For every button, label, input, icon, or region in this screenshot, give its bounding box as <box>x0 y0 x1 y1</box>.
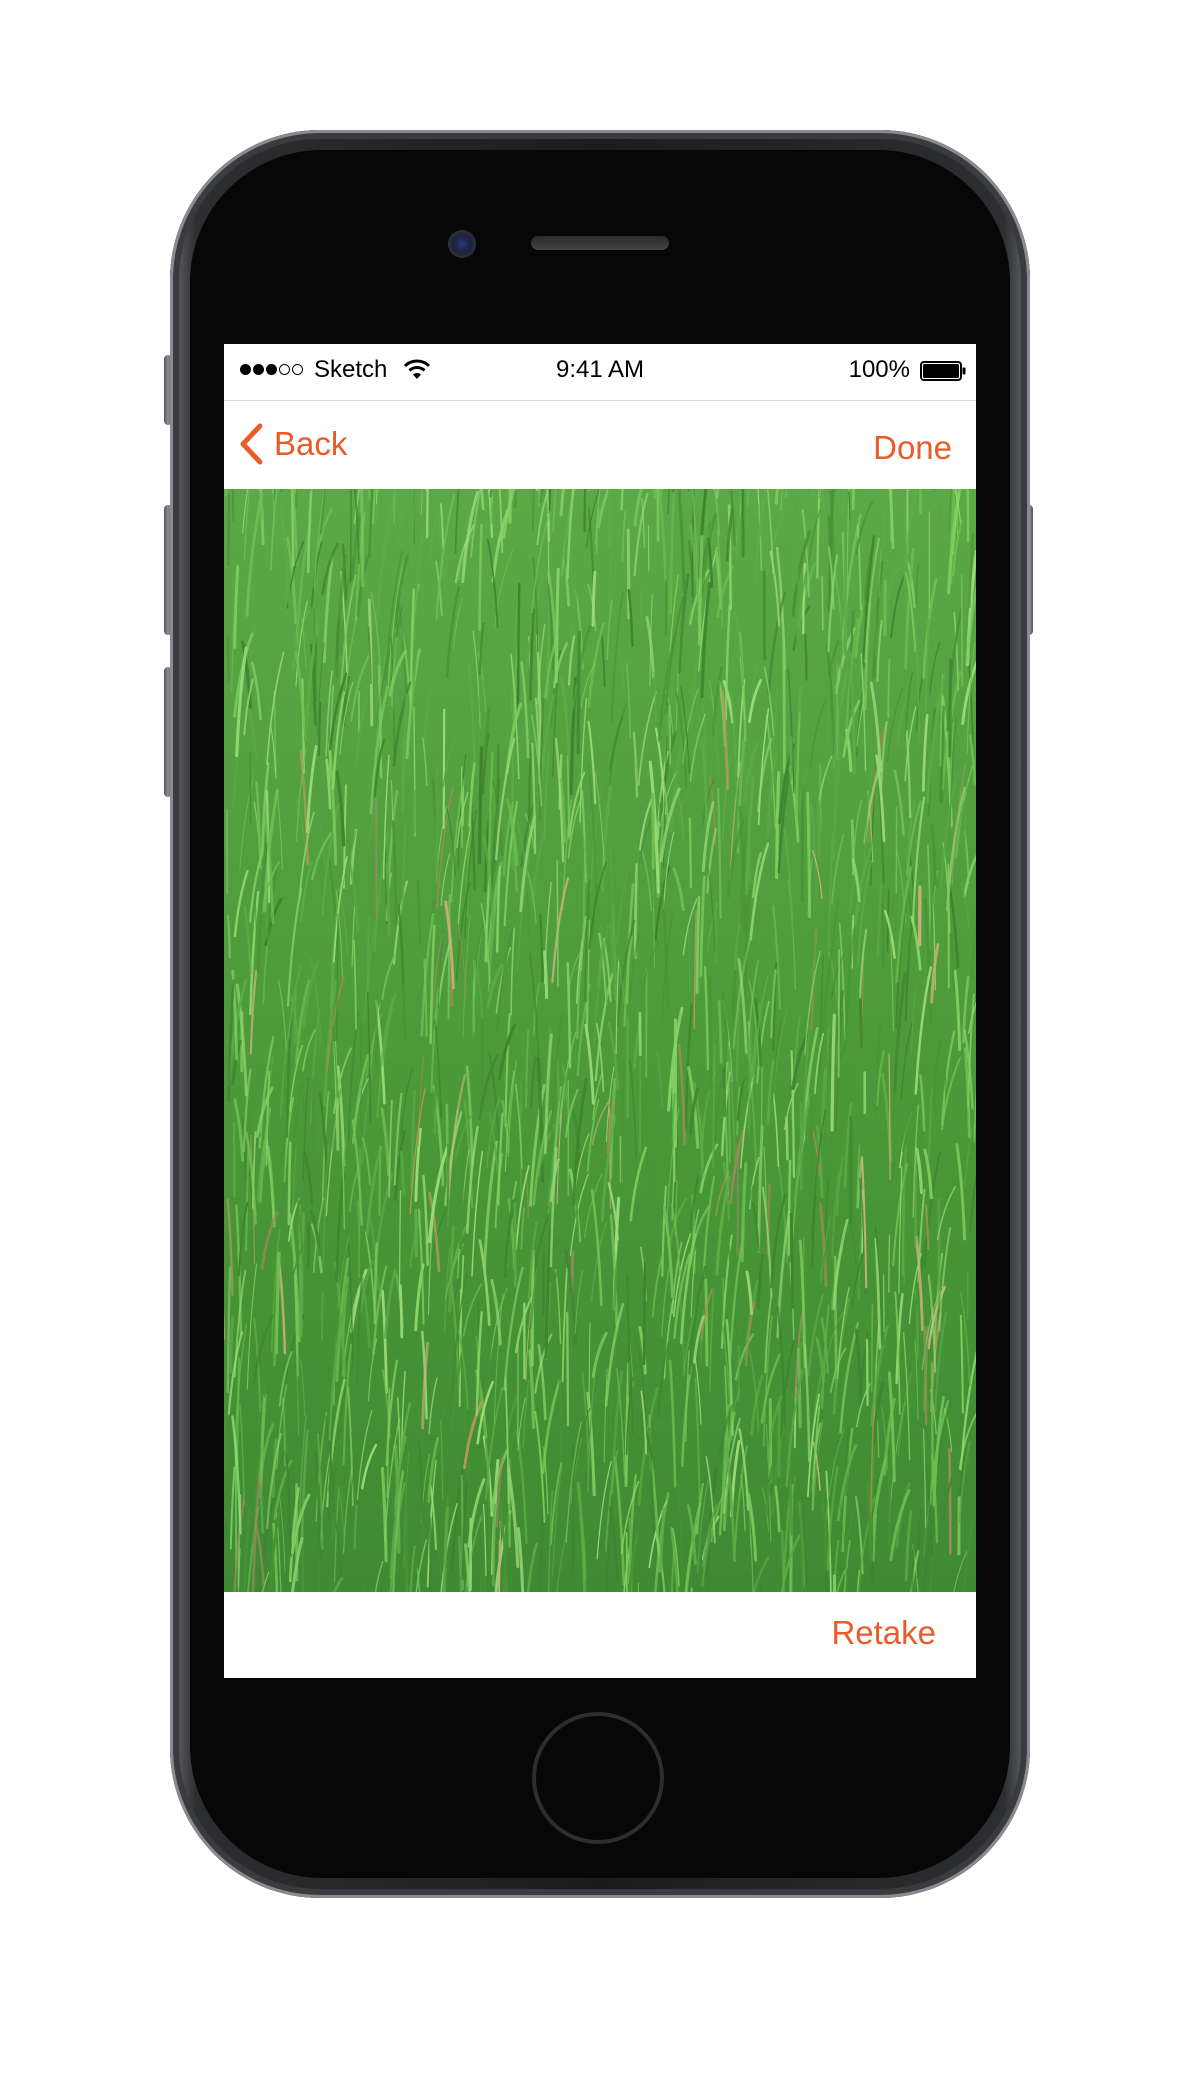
battery-icon <box>920 361 966 381</box>
grass-blade <box>656 489 660 542</box>
grass-blade <box>836 707 841 753</box>
grass-blade <box>428 1516 432 1592</box>
earpiece-speaker <box>531 236 669 250</box>
grass-blade <box>543 950 549 1000</box>
grass-blade <box>787 1159 792 1256</box>
done-button[interactable]: Done <box>873 429 952 467</box>
grass-blade <box>804 633 808 681</box>
grass-blade <box>789 1212 795 1309</box>
grass-blade <box>447 894 451 1020</box>
grass-blade <box>887 658 891 719</box>
grass-blade <box>782 644 786 775</box>
battery-fill <box>923 364 959 378</box>
grass-blade <box>414 1208 418 1258</box>
grass-blade <box>425 489 427 492</box>
chevron-left-icon <box>240 423 263 465</box>
grass-blade <box>478 746 484 865</box>
grass-blade <box>704 1278 709 1367</box>
grass-blade <box>516 582 521 705</box>
grass-blade <box>405 1502 409 1592</box>
battery-percent: 100% <box>848 356 910 383</box>
grass-blade <box>523 546 527 597</box>
phone-screen: Sketch 9:41 AM 100% Back Done Retake <box>224 344 976 1678</box>
grass-blade <box>479 1565 484 1592</box>
grass-blade <box>513 1202 517 1287</box>
grass-blade <box>888 1234 891 1293</box>
grass-blade <box>638 1011 642 1057</box>
front-camera-icon <box>448 230 476 258</box>
grass-blade <box>688 817 693 889</box>
grass-blade <box>607 489 612 549</box>
grass-blade <box>576 630 581 755</box>
grass-blade <box>844 1427 850 1497</box>
grass-blade <box>966 489 970 543</box>
grass-blade <box>722 1068 727 1118</box>
grass-blade <box>840 603 843 715</box>
stage: Sketch 9:41 AM 100% Back Done Retake <box>0 0 1200 2091</box>
grass-blade <box>785 1116 789 1161</box>
navigation-bar: Back Done <box>224 401 976 489</box>
status-bar: Sketch 9:41 AM 100% <box>224 344 976 401</box>
grass-blade <box>375 797 378 918</box>
grass-blade <box>360 489 365 588</box>
grass-blade <box>249 752 252 824</box>
grass-blade <box>948 1447 952 1555</box>
grass-blade <box>816 800 821 861</box>
grass-blade <box>398 1284 404 1339</box>
grass-blade <box>642 1262 647 1366</box>
grass-blade <box>558 1375 563 1463</box>
grass-blade <box>944 1050 947 1130</box>
grass-blade <box>229 1315 235 1374</box>
grass-blade <box>556 860 559 988</box>
grass-blade <box>837 948 841 1078</box>
grass-blade <box>496 744 500 806</box>
back-button[interactable]: Back <box>238 419 347 469</box>
grass-blade <box>554 567 560 684</box>
grass-blade <box>566 1312 570 1427</box>
grass-blade <box>442 708 446 830</box>
grass-blade <box>960 574 964 687</box>
back-button-label: Back <box>274 425 348 462</box>
grass-blade <box>446 1144 450 1259</box>
grass-blade <box>626 528 631 620</box>
grass-blade <box>668 705 672 765</box>
grass-blade <box>480 1006 484 1095</box>
grass-blade <box>708 1545 711 1592</box>
grass-photo-image <box>224 489 976 1592</box>
grass-blade <box>492 1503 497 1587</box>
captured-photo <box>224 489 976 1592</box>
grass-blade <box>870 1304 874 1393</box>
grass-blade <box>930 1361 934 1491</box>
grass-blade <box>287 1141 292 1226</box>
grass-blade <box>865 1338 869 1406</box>
grass-blade <box>651 792 655 870</box>
home-button[interactable] <box>532 1712 664 1844</box>
grass-blade <box>736 1144 740 1256</box>
grass-blade <box>227 494 231 566</box>
grass-blade <box>948 658 953 758</box>
retake-button[interactable]: Retake <box>831 1614 936 1652</box>
grass-blade <box>858 993 863 1049</box>
grass-blade <box>321 1291 324 1341</box>
grass-blade <box>708 976 713 1091</box>
grass-blade <box>888 1431 892 1547</box>
grass-blade <box>799 1102 803 1191</box>
grass-blade <box>350 489 352 584</box>
bottom-toolbar: Retake <box>224 1592 976 1678</box>
grass-blade <box>741 489 745 558</box>
grass-blade <box>821 575 824 631</box>
